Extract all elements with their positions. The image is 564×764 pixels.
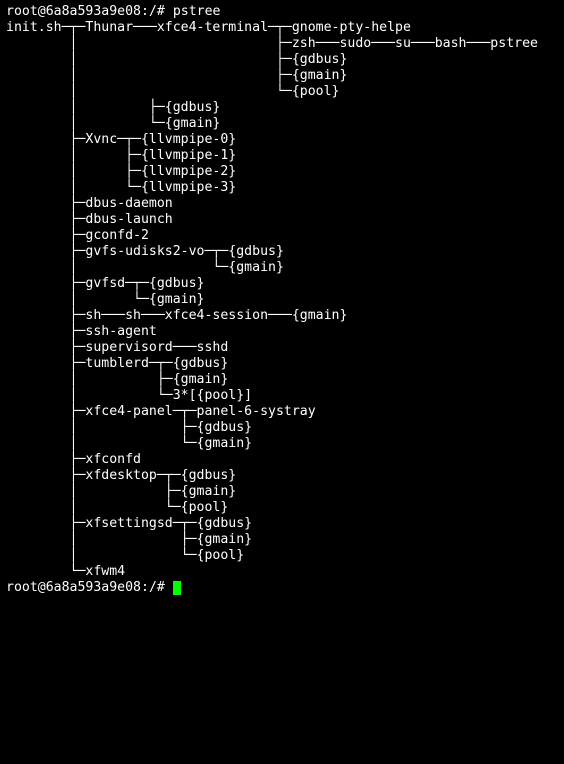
pstree-line: ├─ssh-agent xyxy=(6,324,157,339)
pstree-line: │ ├─{gmain} xyxy=(6,532,252,547)
pstree-line: ├─dbus-launch xyxy=(6,212,173,227)
prompt-sep: # xyxy=(157,4,165,19)
prompt-sep: # xyxy=(157,580,165,595)
pstree-line: │ └─3*[{pool}] xyxy=(6,388,252,403)
pstree-line: ├─Xvnc─┬─{llvmpipe-0} xyxy=(6,132,236,147)
pstree-line: │ ├─{gdbus} xyxy=(6,52,347,67)
cursor-icon xyxy=(173,581,181,595)
pstree-line: │ └─{pool} xyxy=(6,84,339,99)
pstree-line: ├─dbus-daemon xyxy=(6,196,173,211)
pstree-line: │ └─{gmain} xyxy=(6,292,205,307)
command-text: pstree xyxy=(173,4,221,19)
pstree-line: │ └─{gmain} xyxy=(6,260,284,275)
pstree-line: ├─xfce4-panel─┬─panel-6-systray xyxy=(6,404,316,419)
pstree-line: ├─xfdesktop─┬─{gdbus} xyxy=(6,468,236,483)
pstree-line: │ └─{llvmpipe-3} xyxy=(6,180,236,195)
pstree-line: │ ├─{llvmpipe-2} xyxy=(6,164,236,179)
pstree-line: init.sh─┬─Thunar───xfce4-terminal─┬─gnom… xyxy=(6,20,411,35)
prompt-cwd: / xyxy=(149,4,157,19)
pstree-line: ├─gvfs-udisks2-vo─┬─{gdbus} xyxy=(6,244,284,259)
prompt-cwd: / xyxy=(149,580,157,595)
prompt-line-1: root@6a8a593a9e08:/# pstree xyxy=(6,4,220,19)
pstree-line: │ ├─zsh───sudo───su───bash───pstree xyxy=(6,36,538,51)
pstree-line: │ ├─{gmain} xyxy=(6,484,236,499)
pstree-line: │ ├─{gdbus} xyxy=(6,420,252,435)
prompt-user: root xyxy=(6,580,38,595)
pstree-line: │ └─{pool} xyxy=(6,548,244,563)
prompt-user: root xyxy=(6,4,38,19)
pstree-line: │ ├─{llvmpipe-1} xyxy=(6,148,236,163)
pstree-line: │ ├─{gmain} xyxy=(6,68,347,83)
prompt-host: 6a8a593a9e08 xyxy=(46,4,141,19)
pstree-line: ├─tumblerd─┬─{gdbus} xyxy=(6,356,228,371)
pstree-line: ├─gvfsd─┬─{gdbus} xyxy=(6,276,205,291)
prompt-line-2: root@6a8a593a9e08:/# xyxy=(6,580,173,595)
pstree-line: │ └─{gmain} xyxy=(6,436,252,451)
pstree-line: │ ├─{gdbus} xyxy=(6,100,220,115)
pstree-line: │ └─{gmain} xyxy=(6,116,220,131)
prompt-host: 6a8a593a9e08 xyxy=(46,580,141,595)
terminal-output[interactable]: root@6a8a593a9e08:/# pstree init.sh─┬─Th… xyxy=(0,0,564,600)
pstree-line: ├─xfconfd xyxy=(6,452,141,467)
pstree-line: ├─xfsettingsd─┬─{gdbus} xyxy=(6,516,252,531)
pstree-line: └─xfwm4 xyxy=(6,564,125,579)
pstree-line: │ ├─{gmain} xyxy=(6,372,228,387)
pstree-line: ├─supervisord───sshd xyxy=(6,340,228,355)
pstree-line: ├─gconfd-2 xyxy=(6,228,149,243)
pstree-line: │ └─{pool} xyxy=(6,500,228,515)
pstree-line: ├─sh───sh───xfce4-session───{gmain} xyxy=(6,308,347,323)
